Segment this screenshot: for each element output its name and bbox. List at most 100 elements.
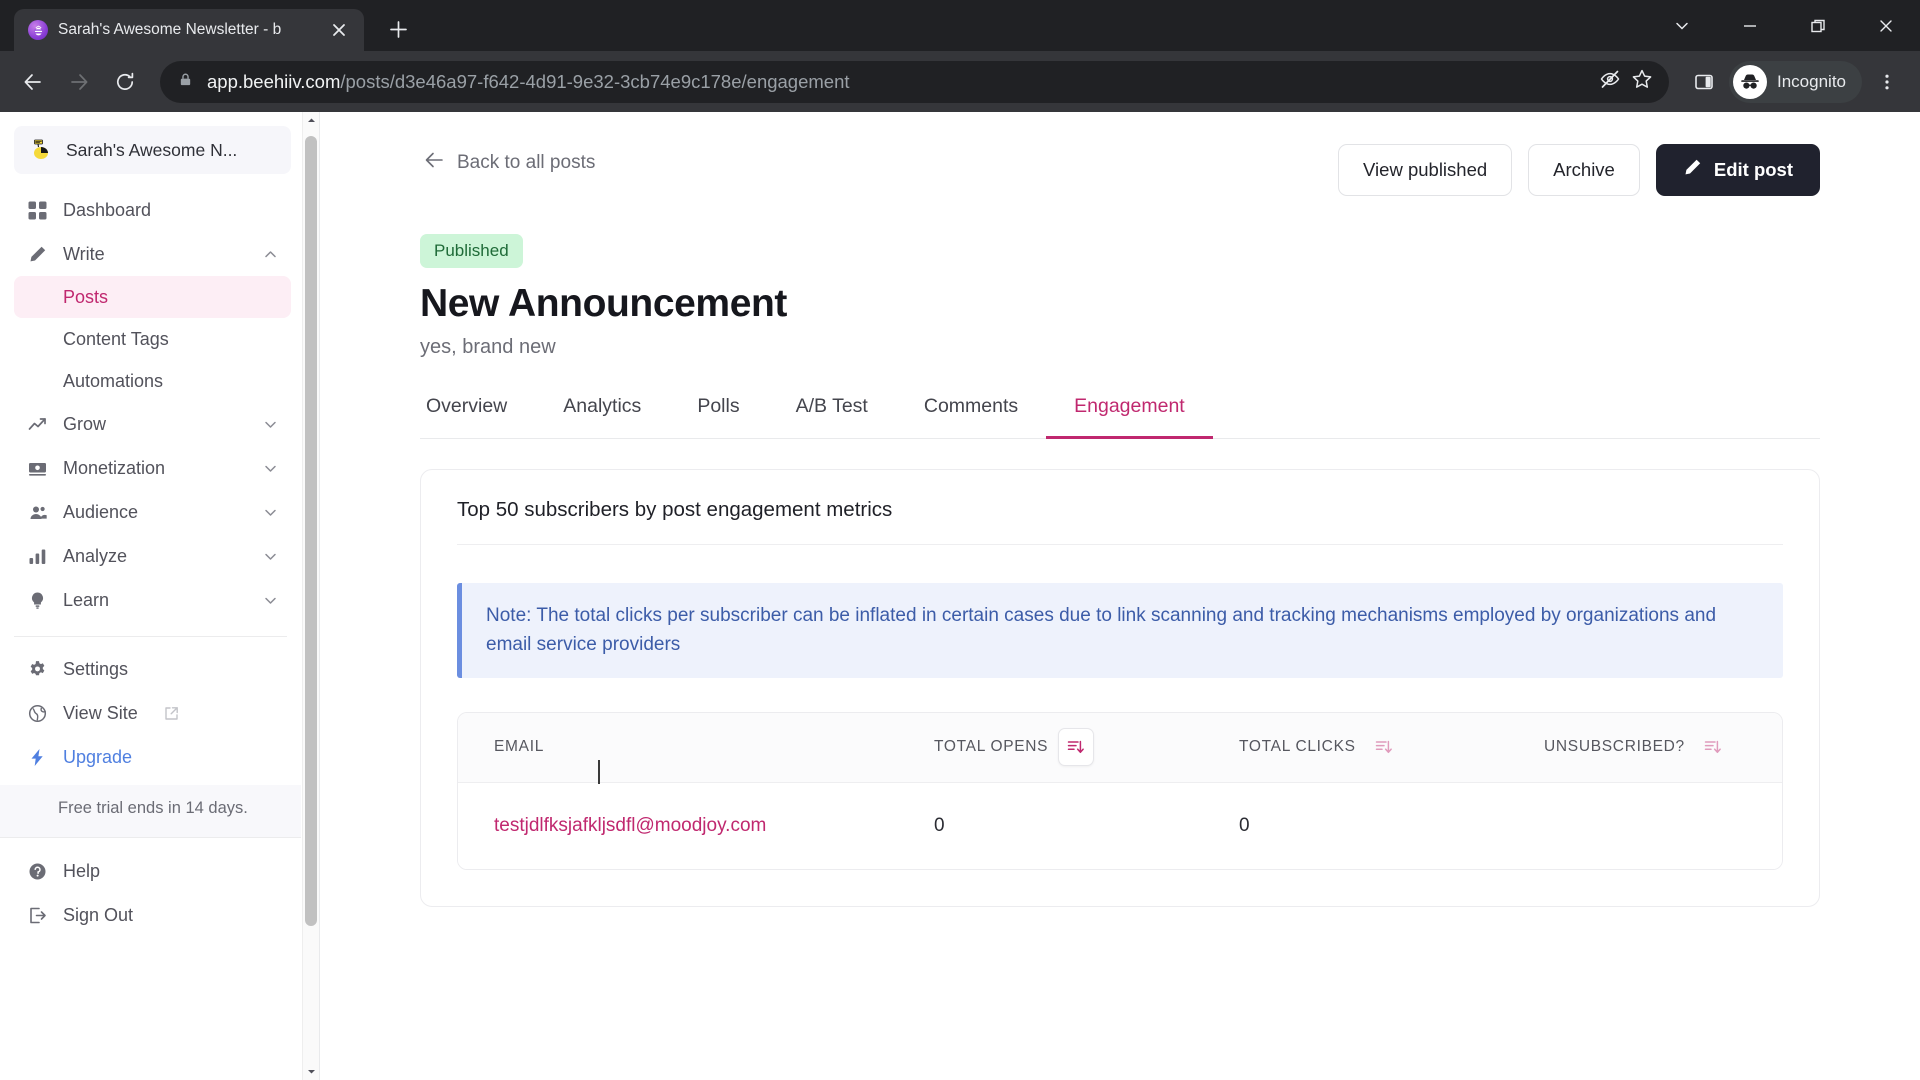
banknote-icon (26, 457, 48, 479)
main-content: Back to all posts View published Archive… (320, 112, 1920, 1080)
eye-off-icon[interactable] (1599, 68, 1621, 95)
reload-icon[interactable] (104, 61, 146, 103)
tab-search-icon[interactable] (1648, 0, 1716, 51)
back-icon[interactable] (12, 61, 54, 103)
forward-icon[interactable] (58, 61, 100, 103)
pencil-icon (1683, 158, 1702, 182)
chevron-up-icon (261, 245, 279, 263)
bar-chart-icon (26, 545, 48, 567)
scrollbar-thumb[interactable] (305, 136, 317, 926)
sidebar-item-audience[interactable]: Audience (14, 490, 291, 534)
close-icon[interactable] (326, 17, 352, 43)
tab-polls[interactable]: Polls (669, 395, 767, 438)
chevron-down-icon (261, 591, 279, 609)
tab-ab-test[interactable]: A/B Test (768, 395, 896, 438)
post-topbar: Back to all posts View published Archive… (420, 144, 1820, 196)
text-cursor (598, 760, 600, 784)
incognito-avatar-icon (1733, 65, 1767, 99)
sidebar-footer: Help Sign Out (0, 837, 301, 952)
cell-total-opens: 0 (934, 815, 1239, 837)
lightbulb-icon (26, 589, 48, 611)
help-circle-icon (26, 861, 48, 883)
gear-icon (26, 658, 48, 680)
close-window-button[interactable] (1852, 0, 1920, 51)
star-icon[interactable] (1631, 68, 1653, 95)
chevron-down-icon (261, 547, 279, 565)
column-header-total-clicks: TOTAL CLICKS (1239, 728, 1544, 766)
sort-descending-icon[interactable] (1695, 728, 1731, 766)
sidebar-item-dashboard[interactable]: Dashboard (14, 188, 291, 232)
engagement-card: Top 50 subscribers by post engagement me… (420, 469, 1820, 907)
sidebar-item-view-site[interactable]: View Site (14, 691, 291, 735)
cell-total-clicks: 0 (1239, 815, 1544, 837)
browser-toolbar: app.beehiiv.com/posts/d3e46a97-f642-4d91… (0, 51, 1920, 112)
column-header-unsubscribed: UNSUBSCRIBED? (1544, 728, 1782, 766)
beehiiv-bee-logo (26, 136, 54, 164)
chevron-down-icon (261, 415, 279, 433)
minimize-button[interactable] (1716, 0, 1784, 51)
sidebar-nav: Dashboard Write Posts Con (0, 184, 301, 622)
edit-post-label: Edit post (1714, 159, 1793, 181)
sidebar-item-label: Settings (63, 659, 128, 680)
sidebar-item-grow[interactable]: Grow (14, 402, 291, 446)
sidebar-item-upgrade[interactable]: Upgrade (14, 735, 291, 779)
cell-email[interactable]: testjdlfksjafkljsdfl@moodjoy.com (494, 815, 934, 837)
maximize-restore-button[interactable] (1784, 0, 1852, 51)
sidebar-subitem-label: Posts (63, 287, 108, 308)
sidebar-item-content-tags[interactable]: Content Tags (14, 318, 291, 360)
kebab-menu-icon[interactable] (1866, 61, 1908, 103)
sidebar-item-automations[interactable]: Automations (14, 360, 291, 402)
sidebar-item-help[interactable]: Help (14, 850, 291, 894)
sidebar-item-analyze[interactable]: Analyze (14, 534, 291, 578)
globe-icon (26, 702, 48, 724)
address-bar[interactable]: app.beehiiv.com/posts/d3e46a97-f642-4d91… (160, 61, 1669, 103)
page-title: New Announcement (420, 282, 1820, 326)
table-row[interactable]: testjdlfksjafkljsdfl@moodjoy.com 0 0 (458, 783, 1782, 869)
status-badge: Published (420, 234, 523, 268)
sidebar-scrollbar[interactable] (302, 112, 319, 1080)
workspace-selector[interactable]: Sarah's Awesome N... (14, 126, 291, 174)
tab-title: Sarah's Awesome Newsletter - b (58, 21, 316, 39)
url-domain: app.beehiiv.com (207, 71, 340, 92)
window-controls (1648, 0, 1920, 51)
tab-engagement[interactable]: Engagement (1046, 395, 1213, 438)
sidebar-subitem-label: Content Tags (63, 329, 169, 350)
sidebar-item-posts[interactable]: Posts (14, 276, 291, 318)
side-panel-icon[interactable] (1683, 61, 1725, 103)
new-tab-button[interactable] (378, 9, 418, 49)
back-to-all-posts-link[interactable]: Back to all posts (420, 144, 599, 182)
edit-post-button[interactable]: Edit post (1656, 144, 1820, 196)
profile-chip[interactable]: Incognito (1729, 61, 1862, 103)
sort-descending-icon[interactable] (1366, 728, 1402, 766)
omnibox-actions (1599, 68, 1653, 95)
trial-notice: Free trial ends in 14 days. (0, 785, 301, 837)
url-text: app.beehiiv.com/posts/d3e46a97-f642-4d91… (207, 71, 850, 93)
column-label: EMAIL (494, 738, 544, 756)
pencil-icon (26, 243, 48, 265)
scroll-down-arrow-icon[interactable] (303, 1063, 319, 1080)
browser-tab[interactable]: Sarah's Awesome Newsletter - b (14, 9, 364, 51)
sidebar-item-settings[interactable]: Settings (14, 647, 291, 691)
sidebar-item-monetization[interactable]: Monetization (14, 446, 291, 490)
archive-button[interactable]: Archive (1528, 144, 1640, 196)
sidebar-item-learn[interactable]: Learn (14, 578, 291, 622)
grid-icon (26, 199, 48, 221)
sidebar-item-label: View Site (63, 703, 138, 724)
external-link-icon (163, 704, 181, 722)
arrow-left-icon (424, 150, 444, 176)
tab-analytics[interactable]: Analytics (535, 395, 669, 438)
view-published-button[interactable]: View published (1338, 144, 1512, 196)
sidebar-item-sign-out[interactable]: Sign Out (14, 894, 291, 938)
sidebar-item-label: Learn (63, 590, 109, 611)
tab-overview[interactable]: Overview (420, 395, 535, 438)
chevron-down-icon (261, 503, 279, 521)
tab-comments[interactable]: Comments (896, 395, 1046, 438)
sign-out-icon (26, 905, 48, 927)
column-label: TOTAL OPENS (934, 738, 1048, 756)
sidebar-item-label: Upgrade (63, 747, 132, 768)
sidebar-item-write[interactable]: Write (14, 232, 291, 276)
url-path: /posts/d3e46a97-f642-4d91-9e32-3cb74e9c1… (340, 71, 849, 92)
sort-descending-icon[interactable] (1058, 728, 1094, 766)
trending-up-icon (26, 413, 48, 435)
scroll-up-arrow-icon[interactable] (303, 112, 319, 129)
